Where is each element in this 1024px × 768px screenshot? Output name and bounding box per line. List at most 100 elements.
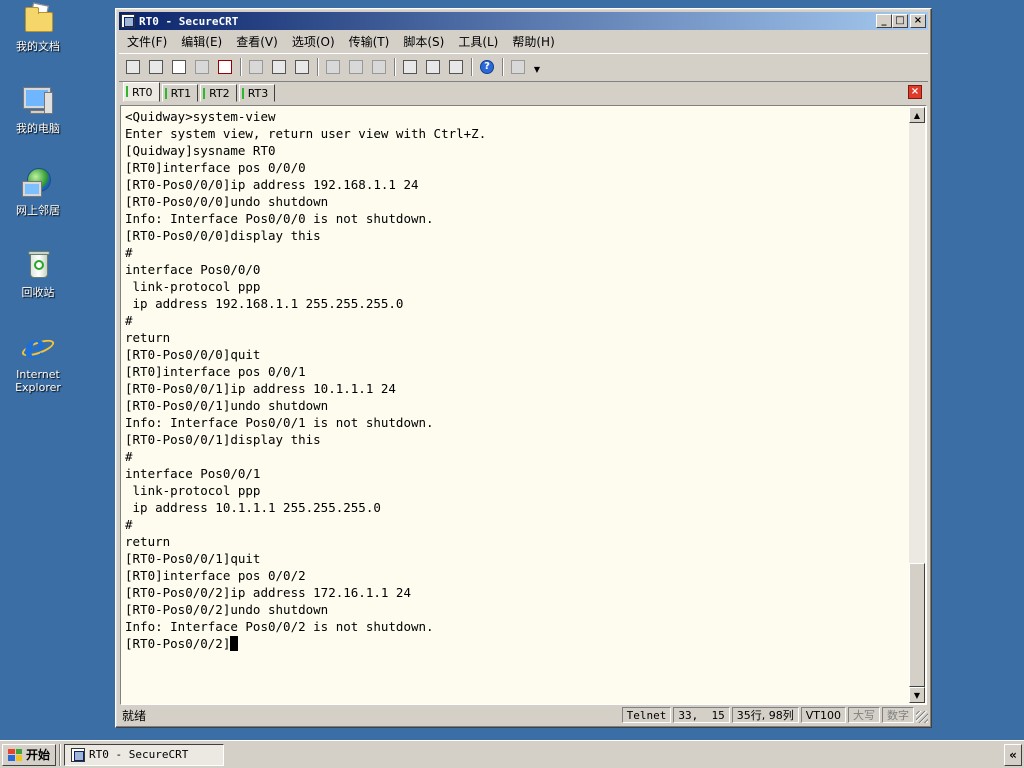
terminal-line: Enter system view, return user view with… [125,126,487,141]
menu-edit[interactable]: 编辑(E) [181,33,222,50]
terminal-line: interface Pos0/0/0 [125,262,261,277]
terminal-line: Info: Interface Pos0/0/1 is not shutdown… [125,415,434,430]
menu-script[interactable]: 脚本(S) [403,33,444,50]
terminal-line: [RT0]interface pos 0/0/1 [125,364,306,379]
toolbar-separator [240,57,242,76]
toolbar-separator [317,57,319,76]
status-bar: 就绪 Telnet 33, 15 35行, 98列 VT100 大写 数字 [119,706,928,724]
terminal-line: [Quidway]sysname RT0 [125,143,276,158]
status-emulation: VT100 [800,707,846,723]
app-icon [71,747,86,762]
terminal-line: [RT0-Pos0/0/1]ip address 10.1.1.1 24 [125,381,396,396]
session-tab-bar: RT0 RT1 RT2 RT3 × [119,81,928,103]
maximize-button[interactable]: □ [892,14,908,28]
desktop-icon-my-documents[interactable]: 我的文档 [4,2,72,53]
connect-icon[interactable] [123,57,143,77]
window-title: RT0 - SecureCRT [139,14,239,28]
connect-tab-icon[interactable] [169,57,189,77]
desktop-icon-recycle-bin[interactable]: 回收站 [4,248,72,299]
terminal-line: [RT0-Pos0/0/0]ip address 192.168.1.1 24 [125,177,419,192]
status-ready: 就绪 [122,708,147,723]
status-caps-lock: 大写 [848,707,880,723]
terminal-prompt-line[interactable]: [RT0-Pos0/0/2] [125,635,906,652]
windows-logo-icon [8,748,22,761]
sftp-icon[interactable] [508,57,528,77]
reconnect-icon[interactable] [192,57,212,77]
quick-connect-icon[interactable] [146,57,166,77]
status-cursor-position: 33, 15 [673,707,730,723]
global-options-icon[interactable] [423,57,443,77]
scroll-up-icon[interactable]: ▲ [909,107,925,123]
terminal-line: [RT0-Pos0/0/0]undo shutdown [125,194,329,209]
close-button[interactable]: × [910,14,926,28]
menu-help[interactable]: 帮助(H) [512,33,554,50]
terminal-area[interactable]: <Quidway>system-view Enter system view, r… [120,105,927,705]
desktop-icon-my-computer[interactable]: 我的电脑 [4,84,72,135]
menu-options[interactable]: 选项(O) [292,33,335,50]
toolbar-dropdown-icon[interactable]: ▼ [533,60,541,74]
desktop-icon-network-places[interactable]: 网上邻居 [4,166,72,217]
status-protocol: Telnet [621,707,672,723]
status-num-lock: 数字 [882,707,914,723]
scrollbar-thumb[interactable] [909,563,925,687]
minimize-button[interactable]: _ [876,14,892,28]
print-icon[interactable] [323,57,343,77]
keymap-icon[interactable] [446,57,466,77]
terminal-line: Info: Interface Pos0/0/2 is not shutdown… [125,619,434,634]
desktop-icon-label: 我的文档 [16,40,60,53]
scroll-down-icon[interactable]: ▼ [909,687,925,703]
tab-rt3[interactable]: RT3 [238,84,276,102]
vertical-scrollbar[interactable]: ▲ ▼ [909,107,925,703]
app-icon[interactable] [121,14,135,28]
terminal-line: link-protocol ppp [125,279,261,294]
terminal-line: # [125,517,133,532]
resize-grip-icon[interactable] [916,711,928,723]
tray-expand-icon[interactable]: « [1004,743,1022,766]
disconnect-icon[interactable] [215,57,235,77]
taskbar-separator [59,743,62,766]
paste-icon[interactable] [269,57,289,77]
terminal-line: [RT0-Pos0/0/2]undo shutdown [125,602,329,617]
title-bar[interactable]: RT0 - SecureCRT _ □ × [119,12,928,30]
securecrt-window: RT0 - SecureCRT _ □ × 文件(F) 编辑(E) 查看(V) … [115,8,932,728]
toolbar-separator [502,57,504,76]
print-screen-icon[interactable] [369,57,389,77]
toolbar-separator [471,57,473,76]
close-tab-icon[interactable]: × [908,85,922,99]
copy-icon[interactable] [246,57,266,77]
tab-rt1[interactable]: RT1 [161,84,199,102]
session-options-icon[interactable] [400,57,420,77]
taskbar: 开始 RT0 - SecureCRT « [0,740,1024,768]
terminal-line: ip address 192.168.1.1 255.255.255.0 [125,296,404,311]
taskbar-item-securecrt[interactable]: RT0 - SecureCRT [64,743,225,766]
terminal-line: # [125,313,133,328]
menu-tools[interactable]: 工具(L) [458,33,498,50]
terminal-line: ip address 10.1.1.1 255.255.255.0 [125,500,381,515]
menu-view[interactable]: 查看(V) [236,33,278,50]
terminal-line: [RT0-Pos0/0/1]quit [125,551,261,566]
terminal-line: [RT0]interface pos 0/0/2 [125,568,306,583]
toolbar: ? ▼ [119,53,928,79]
terminal-line: return [125,534,171,549]
terminal-line: Info: Interface Pos0/0/0 is not shutdown… [125,211,434,226]
network-globe-icon [21,166,55,200]
desktop-icon-label: 回收站 [21,286,55,299]
desktop-icon-internet-explorer[interactable]: e Internet Explorer [4,330,72,394]
terminal-line: # [125,245,133,260]
menu-file[interactable]: 文件(F) [127,33,167,50]
start-button[interactable]: 开始 [2,743,57,766]
text-cursor [230,636,239,651]
internet-explorer-icon: e [19,330,57,364]
tab-rt0[interactable]: RT0 [123,82,160,102]
find-icon[interactable] [292,57,312,77]
taskbar-item-label: RT0 - SecureCRT [89,748,189,761]
terminal-line: [RT0-Pos0/0/0]display this [125,228,321,243]
terminal-output[interactable]: <Quidway>system-view Enter system view, r… [125,108,906,704]
print-setup-icon[interactable] [346,57,366,77]
start-label: 开始 [26,748,51,762]
help-icon[interactable]: ? [477,57,497,77]
terminal-line: [RT0]interface pos 0/0/0 [125,160,306,175]
menu-transfer[interactable]: 传输(T) [349,33,390,50]
tab-rt2[interactable]: RT2 [200,84,237,102]
terminal-line: link-protocol ppp [125,483,261,498]
